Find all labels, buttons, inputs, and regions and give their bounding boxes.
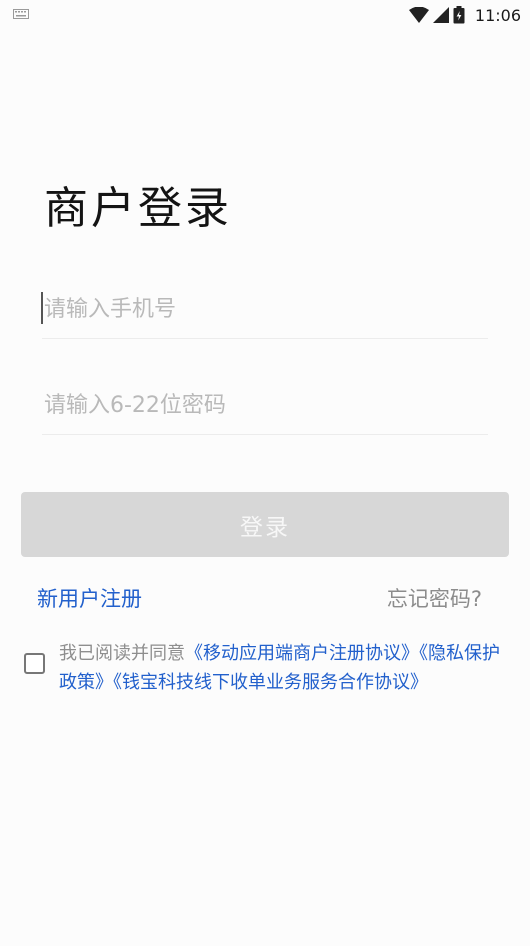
password-field: [42, 376, 490, 435]
cooperation-agreement-link[interactable]: 《钱宝科技线下收单业务服务合作协议》: [113, 672, 428, 693]
agreement-text: 我已阅读并同意《移动应用端商户注册协议》《隐私保护政策》《钱宝科技线下收单业务服…: [59, 639, 509, 697]
forgot-password-link[interactable]: 忘记密码?: [387, 583, 482, 613]
agreement-checkbox[interactable]: [24, 653, 45, 674]
login-button[interactable]: 登录: [21, 492, 509, 557]
phone-input[interactable]: [42, 280, 490, 338]
agreement-prefix: 我已阅读并同意: [59, 643, 185, 664]
page-title: 商户登录: [44, 183, 232, 234]
wifi-icon: [408, 7, 429, 23]
merchant-registration-agreement-link[interactable]: 《移动应用端商户注册协议》: [185, 643, 419, 664]
password-input[interactable]: [42, 376, 490, 434]
status-time: 11:06: [474, 5, 521, 25]
keyboard-icon: [13, 9, 29, 19]
status-bar: 11:06: [0, 0, 530, 30]
register-link[interactable]: 新用户注册: [37, 583, 142, 613]
signal-icon: [432, 7, 449, 23]
battery-icon: [453, 6, 465, 24]
phone-field: [42, 280, 490, 339]
text-cursor: [41, 292, 43, 324]
